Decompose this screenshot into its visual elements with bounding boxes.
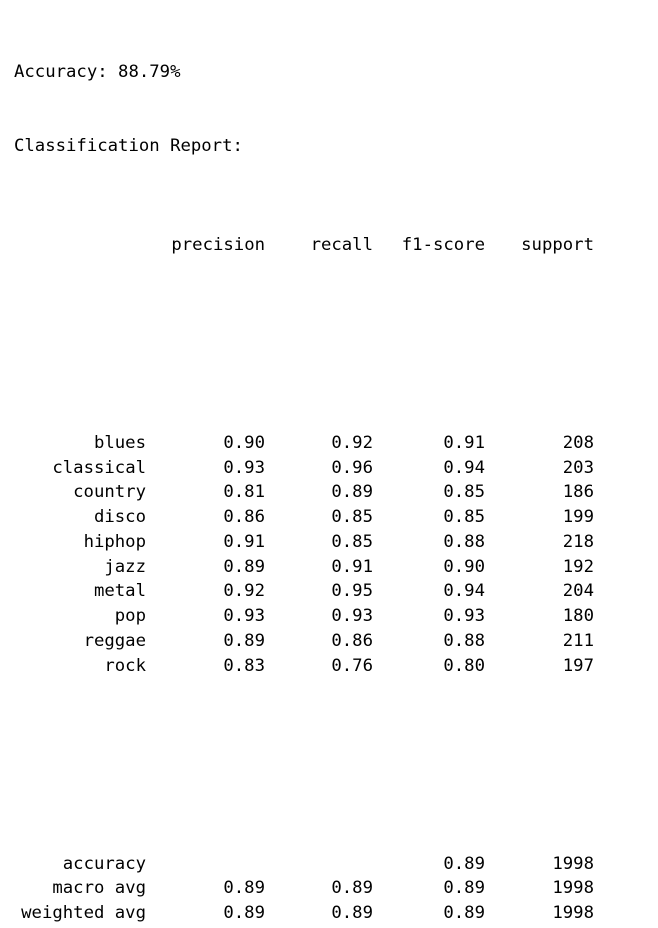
f1-score-cell: 0.93: [443, 606, 485, 626]
precision-cell: 0.93: [223, 457, 265, 478]
table-row: reggae 0.89 0.86 0.88 211: [14, 629, 594, 654]
table-row: jazz 0.89 0.91 0.90 192: [14, 555, 594, 580]
f1-score-cell: 0.88: [443, 630, 485, 651]
f1-score-cell: 0.89: [443, 903, 485, 923]
header-recall: recall: [310, 234, 373, 255]
classification-output: Accuracy: 88.79% Classification Report: …: [14, 10, 594, 928]
support-cell: 208: [562, 432, 594, 453]
support-cell: 180: [562, 606, 594, 626]
header-label-spacer: [14, 233, 146, 258]
row-label: disco: [93, 507, 146, 527]
row-label: jazz: [104, 556, 146, 577]
summary-row: weighted avg 0.89 0.89 0.89 1998: [14, 901, 594, 926]
recall-cell: [265, 852, 373, 877]
f1-score-cell: 0.85: [443, 507, 485, 527]
table-row: hiphop 0.91 0.85 0.88 218: [14, 530, 594, 555]
row-label: macro avg: [52, 878, 146, 899]
row-label: hiphop: [83, 531, 146, 552]
f1-score-cell: 0.94: [443, 457, 485, 478]
row-label: classical: [52, 457, 146, 478]
precision-cell: 0.89: [223, 903, 265, 923]
recall-cell: 0.89: [331, 482, 373, 503]
header-f1-score: f1-score: [401, 234, 485, 255]
row-label: weighted avg: [21, 903, 146, 923]
summary-row: macro avg 0.89 0.89 0.89 1998: [14, 876, 594, 901]
row-label: metal: [93, 581, 146, 602]
recall-cell: 0.89: [331, 903, 373, 923]
recall-cell: 0.76: [331, 655, 373, 676]
row-label: accuracy: [62, 853, 146, 874]
recall-cell: 0.85: [331, 507, 373, 527]
precision-cell: 0.93: [223, 606, 265, 626]
summary-rows: accuracy 0.89 1998 macro avg 0.89 0.89 0.89 199…: [14, 852, 594, 926]
summary-row: accuracy 0.89 1998: [14, 852, 594, 877]
support-cell: 192: [562, 556, 594, 577]
table-row: metal 0.92 0.95 0.94 204: [14, 579, 594, 604]
precision-cell: 0.81: [223, 482, 265, 503]
support-cell: 197: [562, 655, 594, 676]
row-label: pop: [114, 606, 146, 626]
support-cell: 203: [562, 457, 594, 478]
row-label: blues: [93, 432, 146, 453]
f1-score-cell: 0.88: [443, 531, 485, 552]
accuracy-line: Accuracy: 88.79%: [14, 61, 181, 82]
f1-score-cell: 0.80: [443, 655, 485, 676]
precision-cell: 0.91: [223, 531, 265, 552]
recall-cell: 0.91: [331, 556, 373, 577]
row-label: country: [73, 482, 146, 503]
precision-cell: 0.89: [223, 878, 265, 899]
f1-score-cell: 0.89: [443, 878, 485, 899]
precision-cell: [146, 852, 265, 877]
support-cell: 204: [562, 581, 594, 602]
precision-cell: 0.86: [223, 507, 265, 527]
class-rows: blues 0.90 0.92 0.91 208 classical 0.93 0.96 0.9…: [14, 431, 594, 679]
f1-score-cell: 0.91: [443, 432, 485, 453]
row-label: rock: [104, 655, 146, 676]
precision-cell: 0.92: [223, 581, 265, 602]
support-cell: 199: [562, 507, 594, 527]
f1-score-cell: 0.89: [443, 853, 485, 874]
table-row: classical 0.93 0.96 0.94 203: [14, 456, 594, 481]
report-title: Classification Report:: [14, 135, 243, 156]
header-support: support: [521, 234, 594, 255]
recall-cell: 0.92: [331, 432, 373, 453]
row-label: reggae: [83, 630, 146, 651]
header-row: precision recall f1-score support: [14, 233, 594, 258]
f1-score-cell: 0.85: [443, 482, 485, 503]
table-row: blues 0.90 0.92 0.91 208: [14, 431, 594, 456]
support-cell: 1998: [552, 878, 594, 899]
precision-cell: 0.90: [223, 432, 265, 453]
recall-cell: 0.95: [331, 581, 373, 602]
recall-cell: 0.96: [331, 457, 373, 478]
recall-cell: 0.86: [331, 630, 373, 651]
recall-cell: 0.89: [331, 878, 373, 899]
table-row: country 0.81 0.89 0.85 186: [14, 480, 594, 505]
support-cell: 186: [562, 482, 594, 503]
f1-score-cell: 0.94: [443, 581, 485, 602]
recall-cell: 0.85: [331, 531, 373, 552]
recall-cell: 0.93: [331, 606, 373, 626]
precision-cell: 0.89: [223, 556, 265, 577]
f1-score-cell: 0.90: [443, 556, 485, 577]
support-cell: 1998: [552, 903, 594, 923]
table-row: rock 0.83 0.76 0.80 197: [14, 654, 594, 679]
precision-cell: 0.89: [223, 630, 265, 651]
header-precision: precision: [171, 234, 265, 255]
table-row: pop 0.93 0.93 0.93 180: [14, 604, 594, 629]
support-cell: 1998: [552, 853, 594, 874]
precision-cell: 0.83: [223, 655, 265, 676]
support-cell: 211: [562, 630, 594, 651]
support-cell: 218: [562, 531, 594, 552]
table-row: disco 0.86 0.85 0.85 199: [14, 505, 594, 530]
